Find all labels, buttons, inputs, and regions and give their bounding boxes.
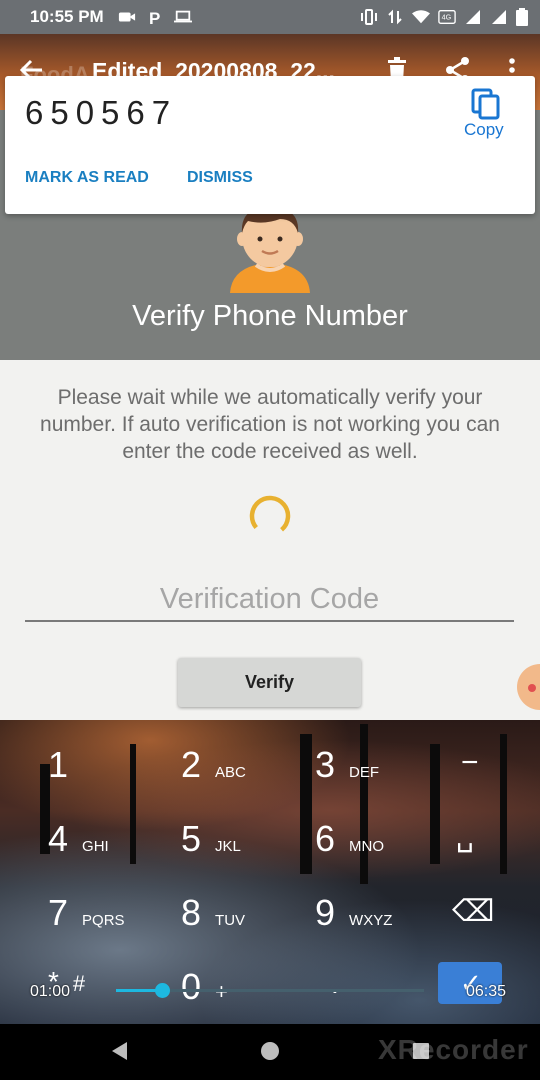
key-3[interactable]: 3 DEF (315, 744, 379, 786)
signal-icon (466, 10, 480, 24)
recorder-watermark: XRecorder (378, 1034, 529, 1065)
nav-back-icon[interactable] (107, 1038, 133, 1064)
svg-text:P: P (149, 9, 160, 25)
volte-icon: 4G (438, 10, 456, 24)
copy-button[interactable]: Copy (464, 120, 504, 140)
svg-text:4G: 4G (442, 13, 452, 22)
key-9[interactable]: 9 WXYZ (315, 892, 392, 934)
laptop-icon (173, 10, 192, 23)
playback-seek-thumb[interactable] (155, 983, 170, 998)
battery-icon (516, 8, 528, 26)
otp-code: 650567 (25, 94, 178, 131)
nav-home-icon[interactable] (257, 1038, 283, 1064)
key-8[interactable]: 8 TUV (181, 892, 245, 934)
key-0[interactable]: 0+ (181, 966, 228, 1008)
key-period[interactable]: . (331, 968, 339, 1000)
key-2[interactable]: 2 ABC (181, 744, 246, 786)
playback-total-time: 06:35 (466, 983, 507, 1000)
parking-icon: P (149, 9, 160, 25)
video-camera-icon (118, 12, 135, 22)
loading-spinner-icon (249, 495, 291, 532)
status-time: 10:55 PM (30, 7, 104, 26)
signal-icon (492, 10, 506, 24)
key-6[interactable]: 6 MNO (315, 818, 384, 860)
data-arrows-icon (388, 9, 402, 25)
key-minus[interactable]: − (461, 746, 479, 780)
vibrate-icon (361, 9, 377, 25)
key-5[interactable]: 5 JKL (181, 818, 241, 860)
copy-icon[interactable] (471, 88, 501, 120)
verify-button[interactable]: Verify (178, 658, 361, 707)
verification-code-input[interactable] (25, 578, 514, 622)
status-bar: 10:55 PM P 4G (0, 0, 540, 34)
wifi-icon (412, 10, 430, 24)
mark-as-read-button[interactable]: MARK AS READ (25, 169, 149, 187)
user-avatar-icon (230, 207, 310, 293)
playback-current-time: 01:00 (30, 983, 71, 1000)
auto-verify-message: Please wait while we automatically verif… (40, 386, 500, 463)
key-7[interactable]: 7 PQRS (48, 892, 125, 934)
dismiss-button[interactable]: DISMISS (187, 169, 253, 187)
page-title: Verify Phone Number (132, 300, 408, 332)
backspace-key[interactable]: ⌫ (452, 894, 494, 929)
key-space[interactable]: ␣ (456, 820, 474, 853)
key-1[interactable]: 1 (48, 744, 68, 786)
key-4[interactable]: 4 GHI (48, 818, 109, 860)
otp-notification-card: 650567 Copy MARK AS READ DISMISS (5, 76, 535, 214)
